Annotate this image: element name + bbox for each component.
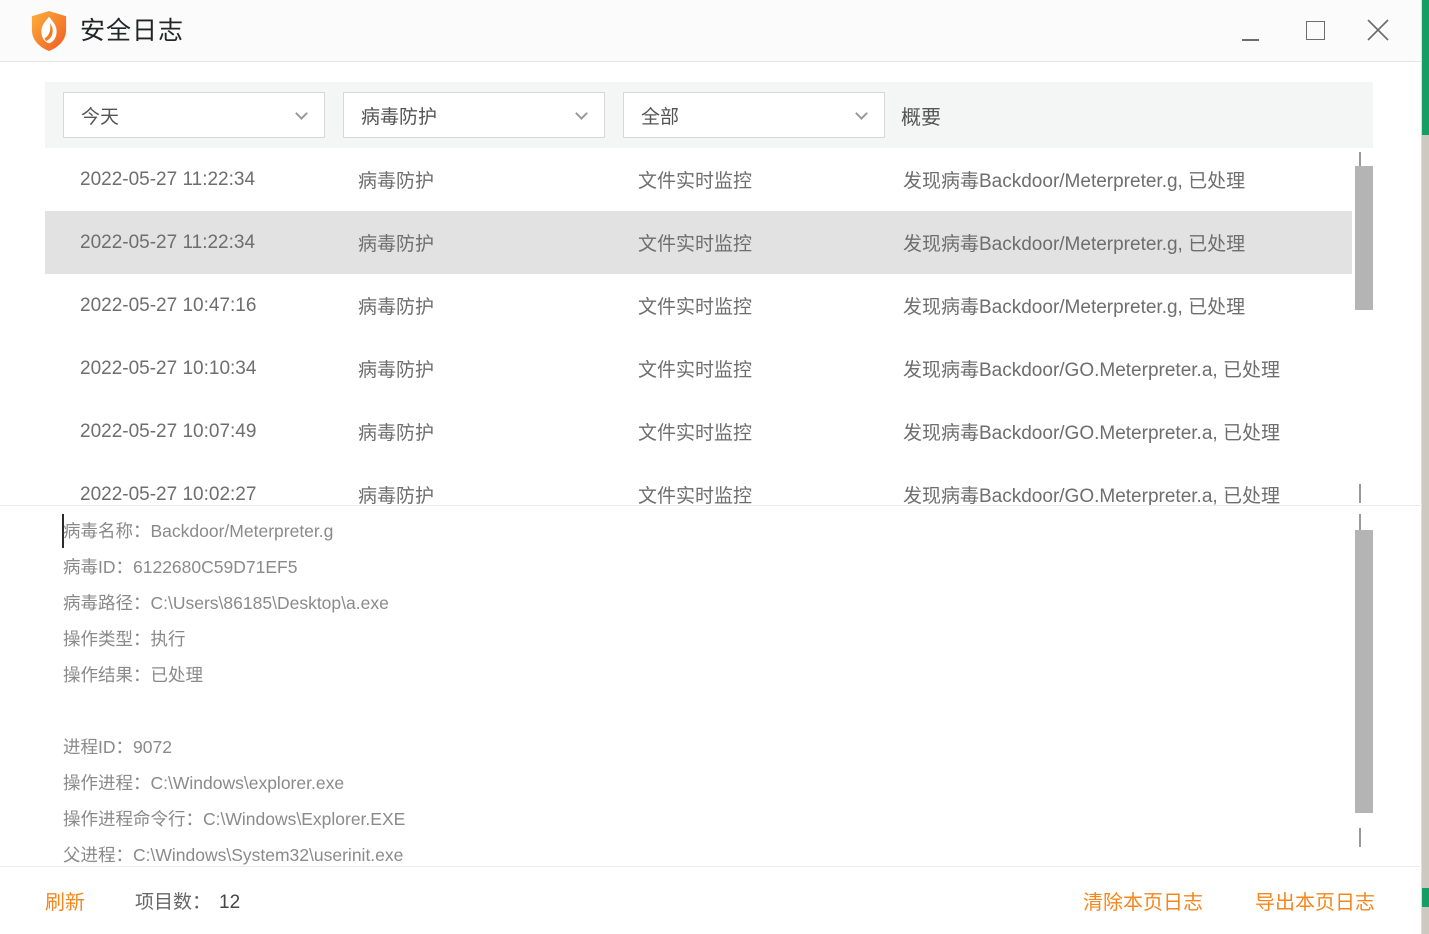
row-category: 病毒防护: [358, 486, 435, 505]
detail-line: 病毒路径：C:\Users\86185\Desktop\a.exe: [63, 593, 389, 613]
background-edge: [1422, 0, 1429, 934]
detail-line: 病毒ID：6122680C59D71EF5: [63, 557, 298, 577]
row-time: 2022-05-27 10:47:16: [80, 294, 257, 316]
subtype-value: 全部: [641, 106, 680, 128]
detail-line: [63, 693, 405, 729]
background-edge-segment: [1422, 0, 1429, 135]
row-summary: 发现病毒Backdoor/Meterpreter.g, 已处理: [903, 171, 1246, 192]
log-table-body: 2022-05-27 11:22:34 病毒防护 文件实时监控 发现病毒Back…: [0, 148, 1422, 505]
table-row[interactable]: 2022-05-27 10:47:16 病毒防护 文件实时监控 发现病毒Back…: [45, 274, 1352, 337]
chevron-down-icon: [855, 106, 868, 120]
date-range-select[interactable]: 今天: [63, 92, 325, 138]
title-bar: 安全日志: [0, 0, 1421, 62]
table-scrollbar[interactable]: [1352, 148, 1376, 505]
row-monitor: 文件实时监控: [638, 171, 753, 192]
item-count: 项目数： 12: [135, 887, 240, 914]
row-monitor: 文件实时监控: [638, 360, 753, 381]
detail-lines: 病毒名称：Backdoor/Meterpreter.g 病毒ID：6122680C…: [63, 513, 405, 866]
row-category: 病毒防护: [358, 423, 435, 444]
huorong-shield-logo-icon: [31, 11, 67, 51]
scroll-down-icon[interactable]: [1359, 828, 1361, 847]
refresh-button[interactable]: 刷新: [45, 886, 85, 915]
chevron-down-icon: [575, 106, 588, 120]
row-summary: 发现病毒Backdoor/GO.Meterpreter.a, 已处理: [903, 423, 1280, 444]
row-summary: 发现病毒Backdoor/GO.Meterpreter.a, 已处理: [903, 486, 1280, 505]
detail-scrollbar-thumb[interactable]: [1355, 530, 1373, 813]
table-scrollbar-thumb[interactable]: [1355, 166, 1373, 310]
chevron-down-icon: [295, 106, 308, 120]
detail-scrollbar[interactable]: [1352, 506, 1376, 866]
minimize-button[interactable]: [1228, 8, 1272, 52]
row-time: 2022-05-27 10:02:27: [80, 483, 257, 505]
category-select[interactable]: 病毒防护: [343, 92, 605, 138]
export-page-logs-button[interactable]: 导出本页日志: [1255, 886, 1375, 915]
detail-line: 进程ID：9072: [63, 737, 172, 757]
background-edge-segment: [1422, 135, 1429, 888]
category-value: 病毒防护: [361, 106, 438, 128]
summary-column-header: 概要: [901, 106, 941, 129]
row-monitor: 文件实时监控: [638, 486, 753, 505]
clear-page-logs-button[interactable]: 清除本页日志: [1083, 886, 1203, 915]
detail-line: 操作结果：已处理: [63, 665, 203, 685]
row-summary: 发现病毒Backdoor/Meterpreter.g, 已处理: [903, 297, 1246, 318]
maximize-button[interactable]: [1293, 8, 1337, 52]
minimize-icon: [1241, 39, 1259, 41]
row-monitor: 文件实时监控: [638, 423, 753, 444]
table-row[interactable]: 2022-05-27 11:22:34 病毒防护 文件实时监控 发现病毒Back…: [45, 148, 1352, 211]
subtype-select[interactable]: 全部: [623, 92, 885, 138]
table-row[interactable]: 2022-05-27 10:02:27 病毒防护 文件实时监控 发现病毒Back…: [45, 463, 1352, 506]
detail-line: 操作类型：执行: [63, 629, 186, 649]
background-edge-segment: [1422, 907, 1429, 934]
maximize-icon: [1305, 20, 1325, 40]
filter-bar: 今天 病毒防护 全部 概要: [45, 82, 1373, 148]
row-monitor: 文件实时监控: [638, 234, 753, 255]
table-row[interactable]: 2022-05-27 10:10:34 病毒防护 文件实时监控 发现病毒Back…: [45, 337, 1352, 400]
item-count-value: 12: [219, 892, 241, 913]
scroll-down-icon[interactable]: [1359, 484, 1361, 503]
row-monitor: 文件实时监控: [638, 297, 753, 318]
footer-bar: 刷新 项目数： 12 清除本页日志 导出本页日志: [0, 867, 1422, 934]
row-category: 病毒防护: [358, 297, 435, 318]
page-title: 安全日志: [80, 17, 185, 45]
row-time: 2022-05-27 11:22:34: [80, 168, 256, 190]
security-log-window: 安全日志 今天 病毒防护 全部 概要 2022-05-27 11:22:34 病…: [0, 0, 1422, 934]
table-row[interactable]: 2022-05-27 10:07:49 病毒防护 文件实时监控 发现病毒Back…: [45, 400, 1352, 463]
table-row[interactable]: 2022-05-27 11:22:34 病毒防护 文件实时监控 发现病毒Back…: [45, 211, 1352, 274]
row-time: 2022-05-27 10:10:34: [80, 357, 257, 379]
row-category: 病毒防护: [358, 360, 435, 381]
row-summary: 发现病毒Backdoor/GO.Meterpreter.a, 已处理: [903, 360, 1280, 381]
row-category: 病毒防护: [358, 171, 435, 192]
detail-line: 父进程：C:\Windows\System32\userinit.exe: [63, 845, 404, 865]
close-icon: [1367, 19, 1389, 41]
row-time: 2022-05-27 10:07:49: [80, 420, 257, 442]
row-category: 病毒防护: [358, 234, 435, 255]
detail-line: 病毒名称：Backdoor/Meterpreter.g: [63, 521, 334, 541]
row-summary: 发现病毒Backdoor/Meterpreter.g, 已处理: [903, 234, 1246, 255]
close-button[interactable]: [1356, 8, 1400, 52]
row-time: 2022-05-27 11:22:34: [80, 231, 256, 253]
log-table: 2022-05-27 11:22:34 病毒防护 文件实时监控 发现病毒Back…: [0, 148, 1422, 505]
date-range-value: 今天: [81, 106, 120, 128]
detail-line: 操作进程命令行：C:\Windows\Explorer.EXE: [63, 809, 406, 829]
detail-panel[interactable]: 病毒名称：Backdoor/Meterpreter.g 病毒ID：6122680C…: [0, 506, 1422, 866]
background-edge-segment: [1422, 888, 1429, 907]
item-count-label: 项目数：: [135, 892, 212, 913]
detail-line: 操作进程：C:\Windows\explorer.exe: [63, 773, 345, 793]
